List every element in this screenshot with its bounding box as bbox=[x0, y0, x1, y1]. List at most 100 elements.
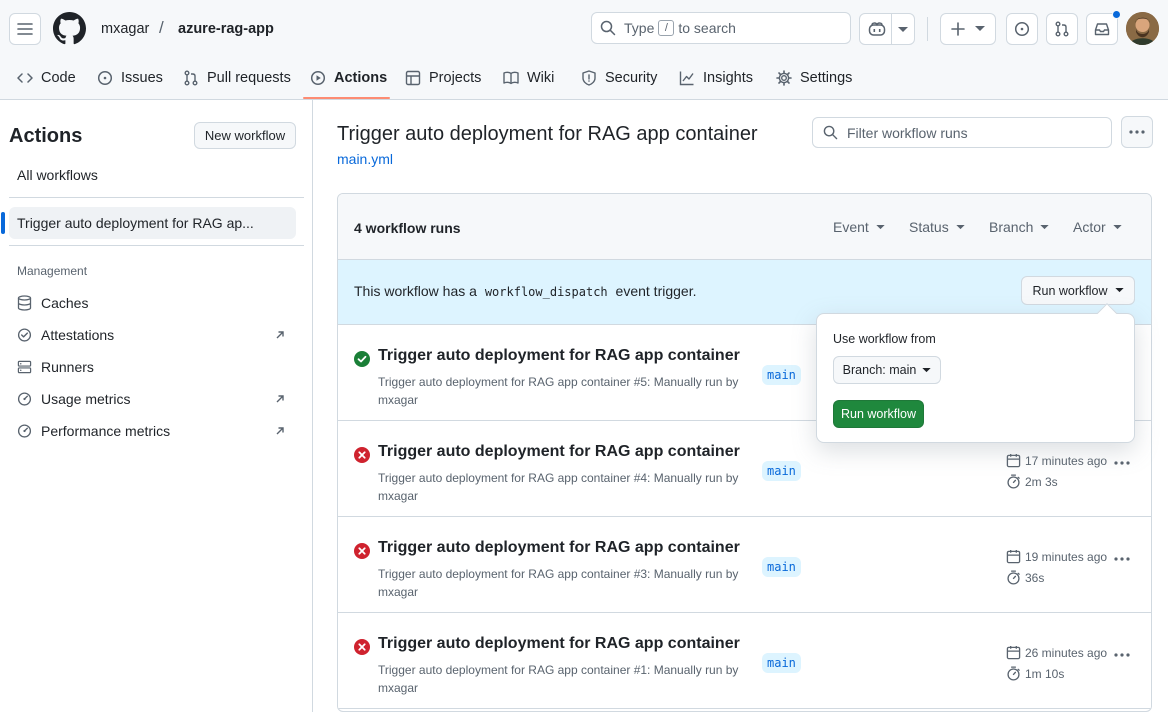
workflow-run-row[interactable]: Trigger auto deployment for RAG app cont… bbox=[338, 517, 1151, 613]
gear-icon bbox=[776, 70, 792, 86]
menu-button[interactable] bbox=[9, 13, 41, 45]
new-workflow-button[interactable]: New workflow bbox=[194, 122, 296, 149]
kebab-horizontal-icon[interactable] bbox=[1114, 461, 1130, 465]
run-workflow-dropdown-button[interactable]: Run workflow bbox=[1021, 276, 1135, 305]
workflow-run-row[interactable]: Trigger auto deployment for RAG app cont… bbox=[338, 613, 1151, 709]
issues-button[interactable] bbox=[1006, 13, 1038, 45]
issue-opened-icon bbox=[97, 70, 113, 86]
actor-filter-label: Actor bbox=[1073, 219, 1106, 235]
plus-icon bbox=[951, 22, 965, 36]
kebab-horizontal-icon[interactable] bbox=[1114, 653, 1130, 657]
pull-requests-button[interactable] bbox=[1046, 13, 1078, 45]
filter-placeholder: Filter workflow runs bbox=[847, 124, 968, 141]
usage-metrics-label: Usage metrics bbox=[41, 391, 131, 407]
git-pull-request-icon bbox=[184, 70, 198, 86]
git-pull-request-icon bbox=[1055, 21, 1069, 37]
tab-insights[interactable]: Insights bbox=[679, 60, 753, 96]
run-title[interactable]: Trigger auto deployment for RAG app cont… bbox=[378, 635, 740, 653]
tab-wiki[interactable]: Wiki bbox=[503, 60, 554, 96]
dispatch-code: workflow_dispatch bbox=[484, 285, 608, 299]
runners-label: Runners bbox=[41, 359, 94, 375]
github-logo-icon[interactable] bbox=[53, 12, 86, 45]
hamburger-icon bbox=[17, 23, 33, 35]
kebab-horizontal-icon bbox=[1129, 130, 1145, 134]
run-time-label: 26 minutes ago bbox=[1025, 645, 1108, 660]
sidebar-item-selected-workflow[interactable]: Trigger auto deployment for RAG ap... bbox=[9, 207, 296, 239]
calendar-icon bbox=[1006, 549, 1021, 564]
run-duration: 2m 3s bbox=[1006, 474, 1058, 489]
branch-select-button[interactable]: Branch: main bbox=[833, 356, 941, 384]
run-title[interactable]: Trigger auto deployment for RAG app cont… bbox=[378, 539, 740, 557]
sidebar-item-usage-metrics[interactable]: Usage metrics bbox=[17, 387, 297, 411]
runs-count: 4 workflow runs bbox=[354, 220, 461, 236]
tab-projects[interactable]: Projects bbox=[405, 60, 481, 96]
runs-header: 4 workflow runs Event Status Branch Acto… bbox=[338, 194, 1151, 260]
tab-pull-requests[interactable]: Pull requests bbox=[183, 60, 291, 96]
run-subtitle: Trigger auto deployment for RAG app cont… bbox=[378, 375, 739, 407]
branch-filter-dropdown[interactable]: Branch bbox=[989, 219, 1050, 235]
tab-settings[interactable]: Settings bbox=[776, 60, 852, 96]
tab-issues-label: Issues bbox=[121, 70, 163, 86]
run-title[interactable]: Trigger auto deployment for RAG app cont… bbox=[378, 347, 740, 365]
tab-settings-label: Settings bbox=[800, 70, 853, 86]
x-circle-fill-icon bbox=[354, 447, 370, 463]
chevron-down-icon bbox=[1113, 224, 1122, 229]
sidebar-item-all-workflows[interactable]: All workflows bbox=[9, 159, 296, 191]
external-arrow-icon bbox=[276, 331, 284, 339]
search-input[interactable]: Type / to search bbox=[591, 12, 851, 44]
kebab-horizontal-icon[interactable] bbox=[1114, 557, 1130, 561]
dispatch-text-pre: This workflow has a bbox=[354, 283, 477, 299]
workflow-runs-list: 4 workflow runs Event Status Branch Acto… bbox=[337, 193, 1152, 712]
external-arrow-icon bbox=[276, 395, 284, 403]
dispatch-text: This workflow has a workflow_dispatch ev… bbox=[354, 283, 696, 299]
tab-issues[interactable]: Issues bbox=[97, 60, 163, 96]
selected-indicator bbox=[1, 212, 5, 234]
branch-label[interactable]: main bbox=[762, 557, 801, 577]
sidebar-item-attestations[interactable]: Attestations bbox=[17, 323, 297, 347]
sidebar-title: Actions bbox=[9, 125, 83, 147]
sidebar-item-runners[interactable]: Runners bbox=[17, 355, 297, 379]
run-workflow-submit-button[interactable]: Run workflow bbox=[833, 400, 924, 428]
run-workflow-popover: Use workflow from Branch: main Run workf… bbox=[816, 313, 1135, 443]
copilot-button[interactable] bbox=[859, 13, 915, 45]
tab-code[interactable]: Code bbox=[17, 60, 76, 96]
workflow-file-link[interactable]: main.yml bbox=[337, 151, 393, 167]
chevron-down-icon bbox=[876, 224, 885, 229]
branch-label[interactable]: main bbox=[762, 365, 801, 385]
use-workflow-from-label: Use workflow from bbox=[833, 332, 936, 346]
status-filter-label: Status bbox=[909, 219, 949, 235]
inbox-icon bbox=[1094, 23, 1110, 36]
run-duration-label: 2m 3s bbox=[1025, 474, 1058, 489]
tab-actions-label: Actions bbox=[334, 70, 388, 86]
breadcrumb-owner[interactable]: mxagar bbox=[101, 20, 149, 38]
filter-workflow-runs-input[interactable]: Filter workflow runs bbox=[812, 117, 1112, 148]
branch-filter-label: Branch bbox=[989, 219, 1034, 235]
branch-label[interactable]: main bbox=[762, 461, 801, 481]
search-placeholder-post: to search bbox=[678, 20, 736, 36]
tab-actions[interactable]: Actions bbox=[310, 60, 387, 96]
run-subtitle: Trigger auto deployment for RAG app cont… bbox=[378, 567, 739, 599]
table-icon bbox=[405, 70, 421, 86]
workflow-menu-button[interactable] bbox=[1121, 116, 1153, 148]
tab-code-label: Code bbox=[41, 70, 76, 86]
create-new-button[interactable] bbox=[940, 13, 996, 45]
status-filter-dropdown[interactable]: Status bbox=[909, 219, 965, 235]
meter-icon bbox=[17, 392, 32, 406]
actor-filter-dropdown[interactable]: Actor bbox=[1073, 219, 1122, 235]
breadcrumb-repo[interactable]: azure-rag-app bbox=[178, 20, 274, 38]
branch-label[interactable]: main bbox=[762, 653, 801, 673]
tab-pull-requests-label: Pull requests bbox=[207, 70, 291, 86]
stopwatch-icon bbox=[1007, 570, 1020, 585]
sidebar-item-caches[interactable]: Caches bbox=[17, 291, 297, 315]
book-icon bbox=[503, 71, 519, 85]
tab-projects-label: Projects bbox=[429, 70, 482, 86]
tab-security[interactable]: Security bbox=[581, 60, 657, 96]
caches-label: Caches bbox=[41, 295, 89, 311]
breadcrumb-separator: / bbox=[159, 18, 164, 37]
run-title[interactable]: Trigger auto deployment for RAG app cont… bbox=[378, 443, 740, 461]
chevron-down-icon bbox=[1040, 224, 1050, 229]
event-filter-dropdown[interactable]: Event bbox=[833, 219, 885, 235]
inbox-button[interactable] bbox=[1086, 10, 1121, 45]
sidebar-item-performance-metrics[interactable]: Performance metrics bbox=[17, 419, 297, 443]
avatar[interactable] bbox=[1126, 12, 1159, 45]
